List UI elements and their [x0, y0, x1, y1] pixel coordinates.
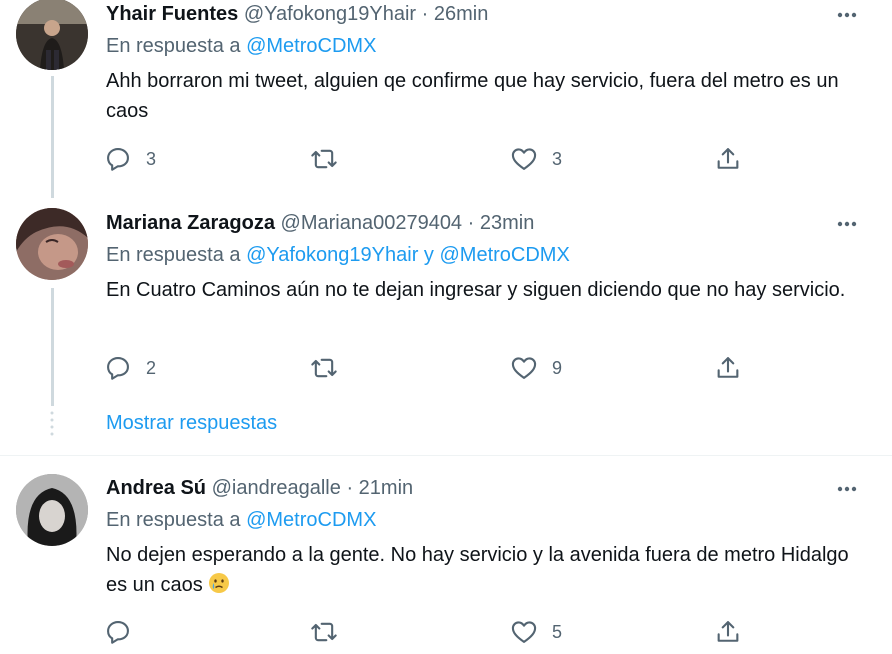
avatar[interactable]	[16, 208, 88, 280]
timestamp[interactable]: 23min	[480, 212, 534, 234]
reply-prefix: En respuesta a	[106, 35, 241, 57]
reply-button[interactable]: 3	[104, 144, 156, 174]
mention-link[interactable]: @MetroCDMX	[246, 35, 376, 57]
reply-count: 2	[146, 357, 157, 378]
separator-dot: ·	[421, 3, 429, 25]
retweet-button[interactable]	[310, 144, 338, 174]
retweet-button[interactable]	[310, 617, 338, 647]
like-button[interactable]: 9	[510, 353, 562, 383]
reply-count: 3	[146, 148, 157, 169]
thread-line	[51, 288, 54, 406]
separator-dot: ·	[467, 212, 475, 234]
like-button[interactable]: 5	[510, 617, 562, 647]
reply-icon	[107, 148, 129, 171]
tweet-header: Mariana Zaragoza @Mariana00279404 · 23mi…	[106, 209, 534, 237]
share-button[interactable]	[714, 353, 742, 383]
reply-context: En respuesta a @MetroCDMX	[106, 35, 376, 58]
share-icon	[717, 357, 739, 378]
retweet-icon	[311, 622, 337, 642]
retweet-icon	[311, 358, 337, 378]
more-options-icon[interactable]	[832, 0, 862, 30]
tweet-actions: 5	[104, 617, 764, 647]
like-count: 9	[552, 357, 563, 378]
tweet-header: Andrea Sú @iandreagalle · 21min	[106, 474, 413, 502]
mention-joiner: y	[423, 244, 434, 266]
share-icon	[717, 148, 739, 169]
tweet-2[interactable]: Mariana Zaragoza @Mariana00279404 · 23mi…	[0, 206, 892, 406]
heart-icon	[511, 621, 537, 643]
author-name[interactable]: Yhair Fuentes	[106, 3, 238, 25]
mention-link[interactable]: @MetroCDMX	[246, 509, 376, 531]
tweet-header: Yhair Fuentes @Yafokong19Yhair · 26min	[106, 0, 488, 28]
separator-dot: ·	[346, 477, 354, 499]
author-name[interactable]: Andrea Sú	[106, 477, 206, 499]
author-handle[interactable]: @Yafokong19Yhair	[244, 3, 416, 25]
author-handle[interactable]: @iandreagalle	[212, 477, 341, 499]
tweet-actions: 2 9	[104, 353, 764, 383]
tweet-text: Ahh borraron mi tweet, alguien qe confir…	[106, 70, 839, 122]
reply-prefix: En respuesta a	[106, 244, 241, 266]
timestamp[interactable]: 21min	[359, 477, 413, 499]
more-options-icon[interactable]	[832, 209, 862, 239]
heart-icon	[511, 357, 537, 379]
like-count: 3	[552, 148, 563, 169]
tweet-1[interactable]: Yhair Fuentes @Yafokong19Yhair · 26min E…	[0, 0, 892, 200]
retweet-icon	[311, 149, 337, 169]
reply-icon	[107, 357, 129, 380]
divider	[0, 455, 892, 456]
crying-face-emoji	[209, 573, 230, 593]
avatar[interactable]	[16, 474, 88, 546]
tweet-3[interactable]: Andrea Sú @iandreagalle · 21min En respu…	[0, 474, 892, 654]
reply-button[interactable]: 2	[104, 353, 156, 383]
tweet-actions: 3 3	[104, 144, 764, 174]
avatar[interactable]	[16, 0, 88, 70]
thread-gap-dots	[50, 411, 54, 436]
tweet-text: No dejen esperando a la gente. No hay se…	[106, 540, 866, 600]
show-replies-link[interactable]: Mostrar respuestas	[106, 412, 277, 435]
tweet-text: En Cuatro Caminos aún no te dejan ingres…	[106, 279, 846, 301]
reply-context: En respuesta a @Yafokong19Yhair y @Metro…	[106, 244, 570, 267]
share-button[interactable]	[714, 144, 742, 174]
like-button[interactable]: 3	[510, 144, 562, 174]
retweet-button[interactable]	[310, 353, 338, 383]
mention-link[interactable]: @MetroCDMX	[439, 244, 569, 266]
like-count: 5	[552, 621, 563, 642]
share-icon	[717, 621, 739, 642]
reply-icon	[107, 621, 129, 644]
reply-context: En respuesta a @MetroCDMX	[106, 509, 376, 532]
more-options-icon[interactable]	[832, 474, 862, 504]
reply-prefix: En respuesta a	[106, 509, 241, 531]
reply-button[interactable]	[104, 617, 146, 647]
mention-link[interactable]: @Yafokong19Yhair	[246, 244, 418, 266]
author-name[interactable]: Mariana Zaragoza	[106, 212, 275, 234]
author-handle[interactable]: @Mariana00279404	[281, 212, 463, 234]
share-button[interactable]	[714, 617, 742, 647]
timestamp[interactable]: 26min	[434, 3, 488, 25]
thread-line	[51, 76, 54, 198]
heart-icon	[511, 148, 537, 170]
